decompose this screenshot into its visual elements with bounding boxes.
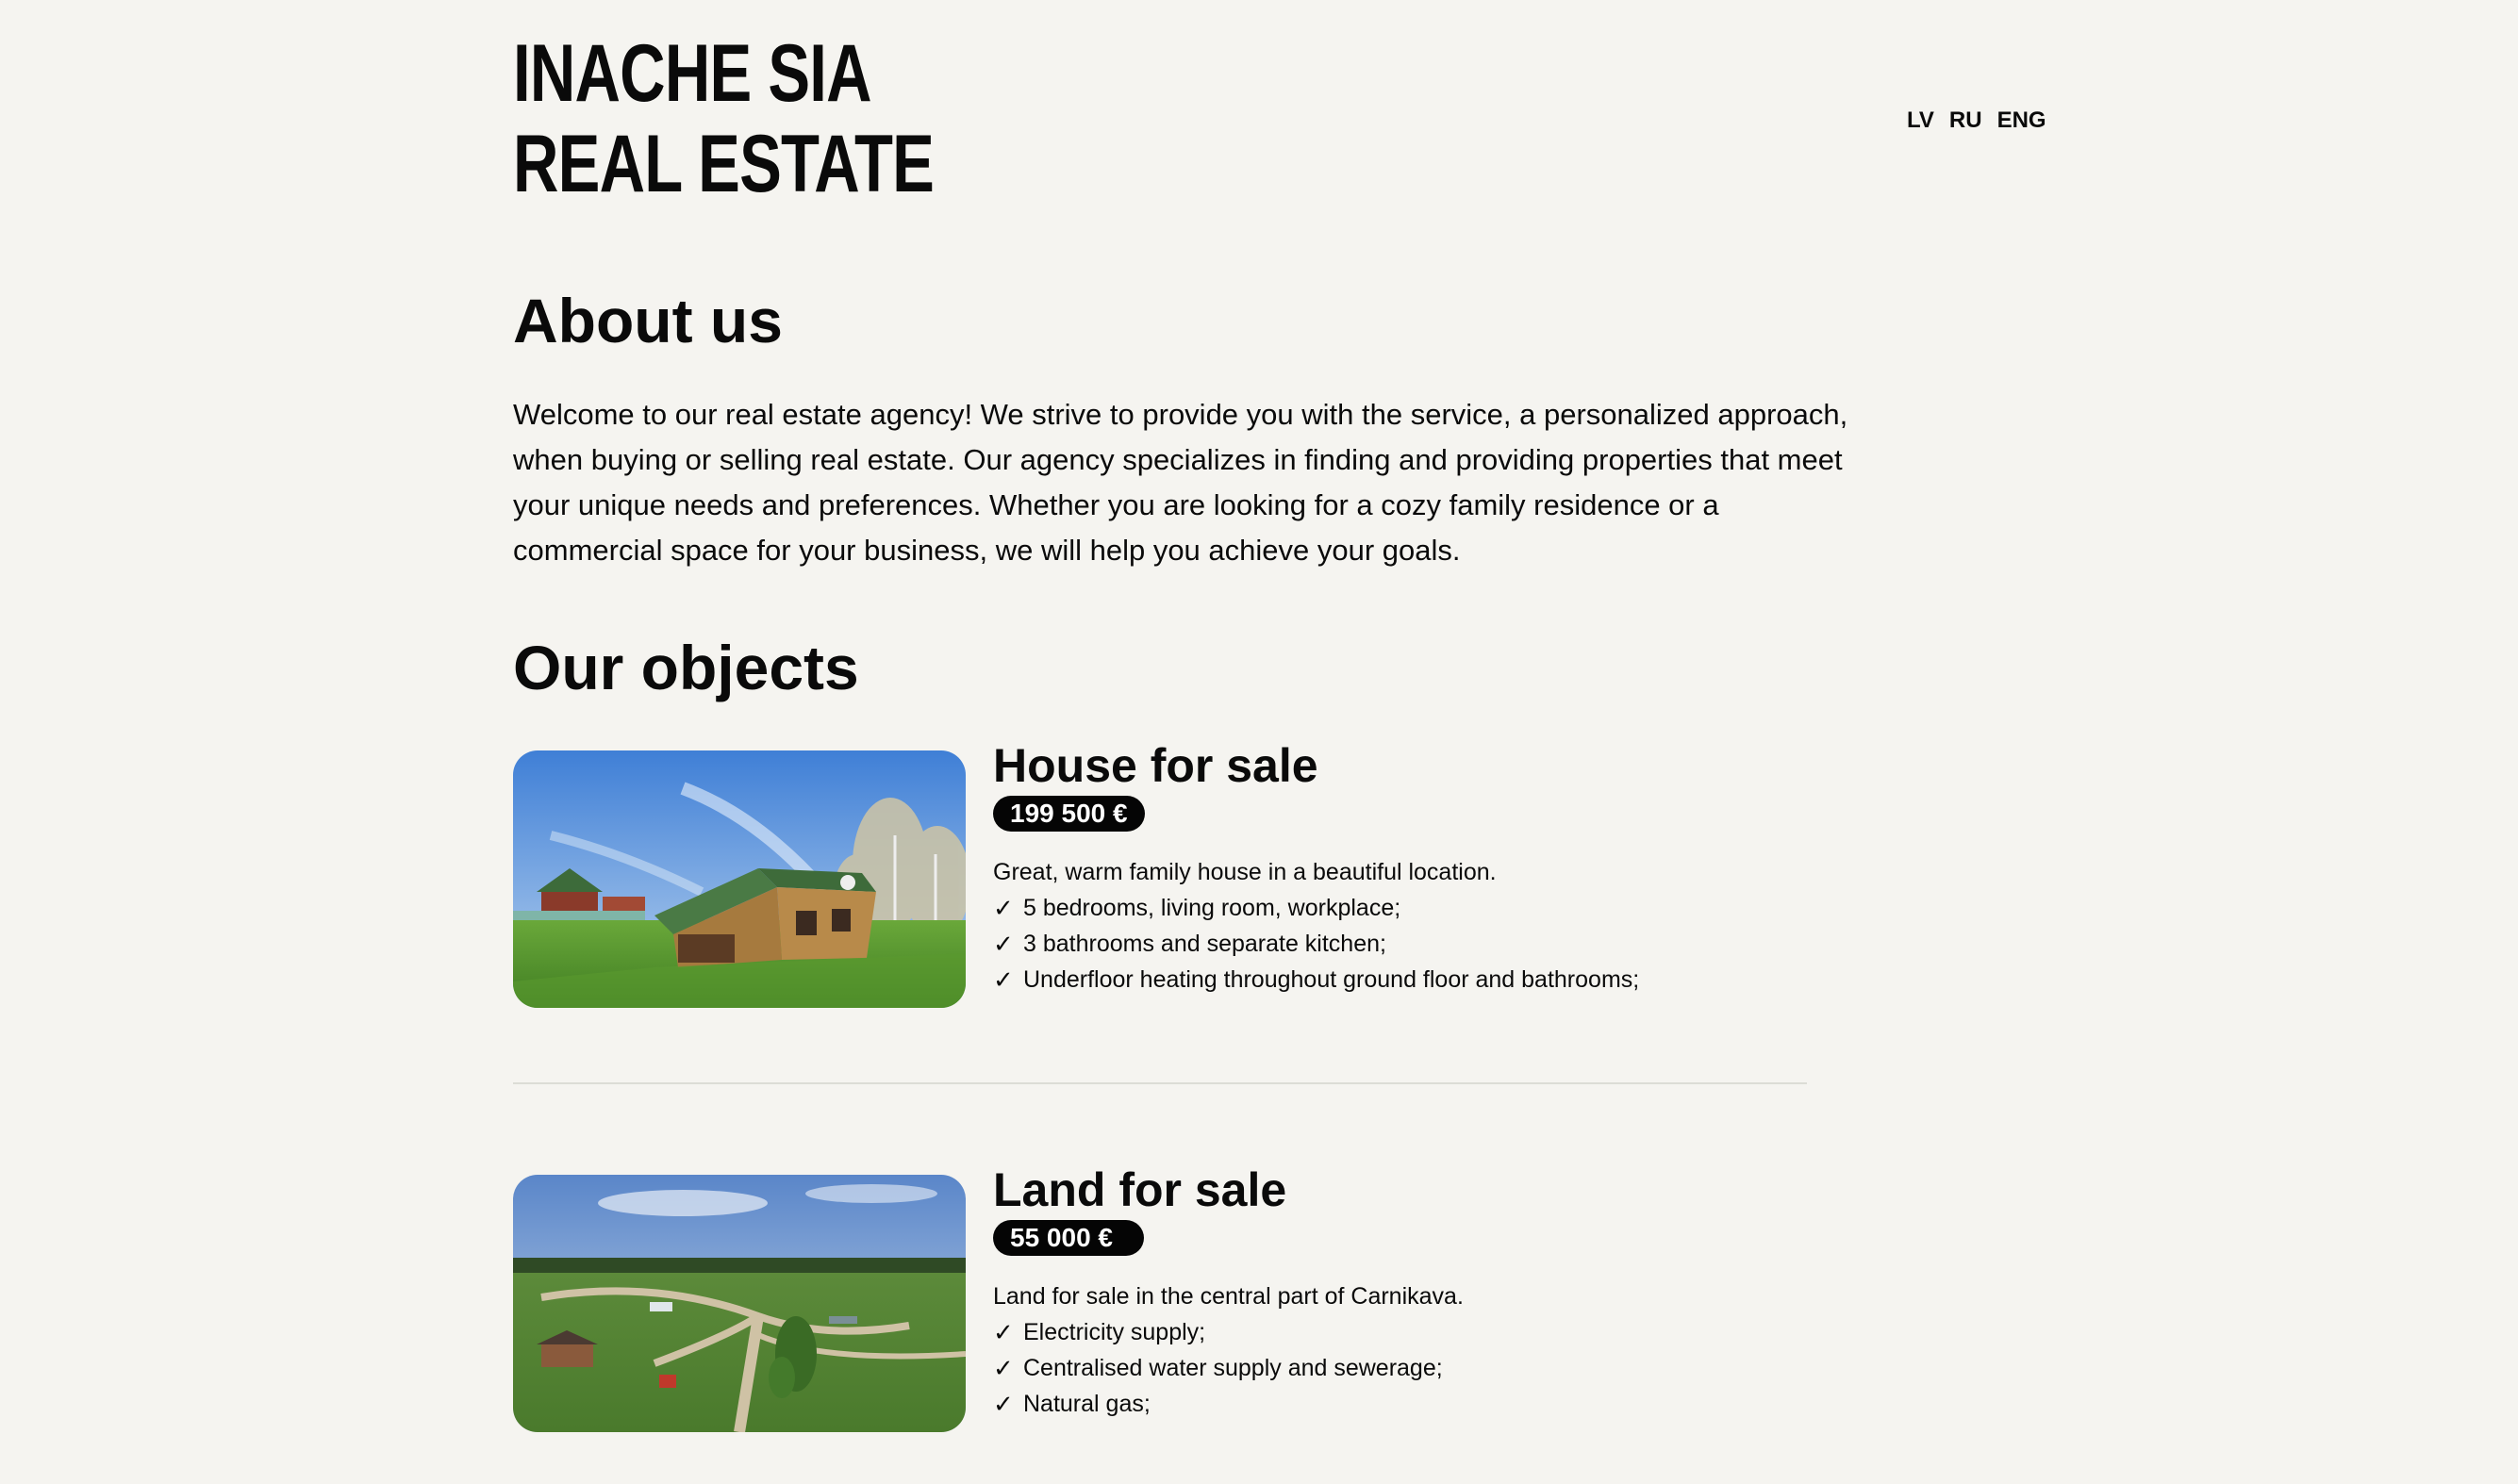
about-text: Welcome to our real estate agency! We st…: [513, 398, 1848, 567]
land-info: Land for sale 55 000 € Land for sale in …: [993, 1162, 1974, 1422]
house-photo[interactable]: [513, 750, 966, 1008]
feature-item: ✓ Underfloor heating throughout ground f…: [993, 962, 1974, 998]
site-logo[interactable]: INACHE SIA REAL ESTATE: [513, 28, 935, 209]
feature-item: ✓ Natural gas;: [993, 1386, 1974, 1422]
house-description: Great, warm family house in a beautiful …: [993, 859, 1497, 885]
lang-ru-link[interactable]: RU: [1949, 107, 1982, 135]
logo-line-2: REAL ESTATE: [513, 119, 935, 209]
language-switcher: LV RU ENG: [1907, 107, 2046, 135]
feature-item: ✓ 5 bedrooms, living room, workplace;: [993, 890, 1974, 926]
house-features: ✓ 5 bedrooms, living room, workplace; ✓ …: [993, 890, 1974, 998]
house-info: House for sale 199 500 € Great, warm fam…: [993, 737, 1974, 998]
listing-divider: [513, 1082, 1807, 1084]
house-title[interactable]: House for sale: [993, 737, 1974, 794]
feature-item: ✓ 3 bathrooms and separate kitchen;: [993, 926, 1974, 962]
land-description: Land for sale in the central part of Car…: [993, 1283, 1464, 1310]
feature-text: 5 bedrooms, living room, workplace;: [1023, 895, 1401, 921]
page: INACHE SIA REAL ESTATE LV RU ENG About u…: [0, 0, 2518, 1484]
lang-eng-link[interactable]: ENG: [1997, 107, 2046, 135]
check-icon: ✓: [993, 930, 1014, 958]
land-features: ✓ Electricity supply; ✓ Centralised wate…: [993, 1314, 1974, 1422]
feature-text: Centralised water supply and sewerage;: [1023, 1355, 1443, 1381]
about-heading: About us: [513, 286, 783, 355]
feature-text: Underfloor heating throughout ground flo…: [1023, 966, 1640, 993]
feature-text: 3 bathrooms and separate kitchen;: [1023, 931, 1386, 957]
feature-text: Natural gas;: [1023, 1391, 1151, 1417]
logo-line-1: INACHE SIA: [513, 28, 872, 119]
feature-text: Electricity supply;: [1023, 1319, 1206, 1345]
feature-item: ✓ Electricity supply;: [993, 1314, 1974, 1350]
lang-lv-link[interactable]: LV: [1907, 107, 1934, 135]
check-icon: ✓: [993, 1390, 1014, 1418]
feature-item: ✓ Centralised water supply and sewerage;: [993, 1350, 1974, 1386]
check-icon: ✓: [993, 894, 1014, 922]
house-price-badge: 199 500 €: [993, 796, 1145, 832]
land-title[interactable]: Land for sale: [993, 1162, 1974, 1218]
objects-heading: Our objects: [513, 633, 859, 702]
check-icon: ✓: [993, 965, 1014, 994]
check-icon: ✓: [993, 1318, 1014, 1346]
land-price-badge: 55 000 €: [993, 1220, 1144, 1256]
land-photo[interactable]: [513, 1175, 966, 1432]
check-icon: ✓: [993, 1354, 1014, 1382]
